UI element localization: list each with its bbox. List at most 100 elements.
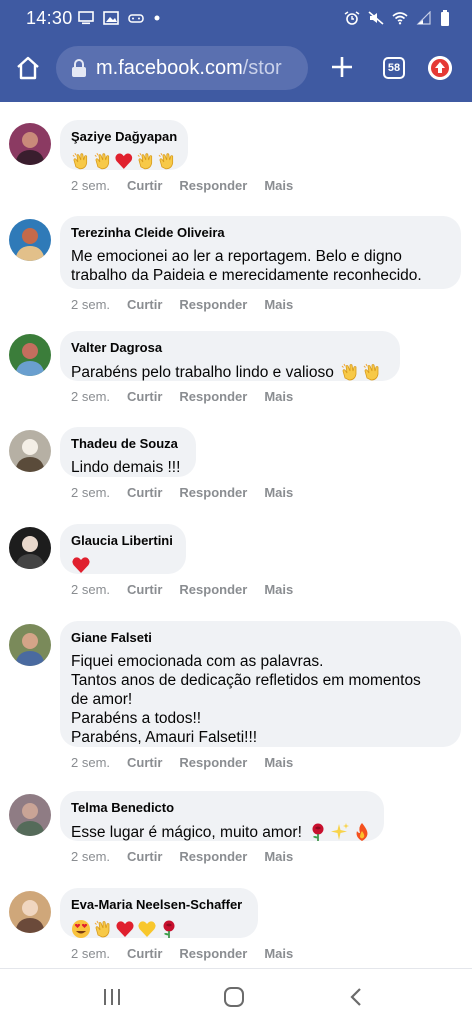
clap-emoji-icon xyxy=(363,363,379,381)
new-tab-button[interactable] xyxy=(328,53,356,81)
recent-apps-icon[interactable] xyxy=(101,986,123,1008)
comment-text: Parabéns pelo trabalho lindo e valioso xyxy=(71,362,389,382)
comment-author-link[interactable]: Valter Dagrosa xyxy=(71,339,389,356)
more-button[interactable]: Mais xyxy=(264,849,293,864)
more-button[interactable]: Mais xyxy=(264,755,293,770)
avatar[interactable] xyxy=(9,794,51,836)
like-button[interactable]: Curtir xyxy=(127,178,162,193)
clap-emoji-icon xyxy=(94,152,109,170)
comment-text-content: Esse lugar é mágico, muito amor! xyxy=(71,823,302,841)
reply-button[interactable]: Responder xyxy=(179,178,247,193)
reply-button[interactable]: Responder xyxy=(179,582,247,597)
comment-actions: 2 sem. Curtir Responder Mais xyxy=(71,297,310,312)
avatar[interactable] xyxy=(9,430,51,472)
comment-text-content: Parabéns pelo trabalho lindo e valioso xyxy=(71,363,334,381)
like-button[interactable]: Curtir xyxy=(127,485,162,500)
like-button[interactable]: Curtir xyxy=(127,389,162,404)
more-button[interactable]: Mais xyxy=(264,389,293,404)
comment-text: Me emocionei ao ler a reportagem. Belo e… xyxy=(71,248,422,284)
comment-text: Esse lugar é mágico, muito amor! xyxy=(71,822,373,842)
comment-emojis xyxy=(71,918,247,940)
rose-emoji-icon xyxy=(163,920,175,938)
comment-text: Lindo demais !!! xyxy=(71,459,181,476)
signal-icon xyxy=(416,11,431,25)
alarm-icon xyxy=(344,11,360,25)
upload-icon[interactable] xyxy=(428,56,452,80)
comment-author-link[interactable]: Eva-Maria Neelsen-Schaffer xyxy=(71,896,247,913)
monitor-icon xyxy=(78,11,94,25)
like-button[interactable]: Curtir xyxy=(127,849,162,864)
avatar[interactable] xyxy=(9,527,51,569)
back-icon[interactable] xyxy=(346,986,368,1008)
wifi-icon xyxy=(392,12,408,25)
comment-bubble: Terezinha Cleide Oliveira Me emocionei ao… xyxy=(60,216,461,289)
comment-emojis xyxy=(71,150,177,172)
comment-emojis xyxy=(340,362,382,382)
comment-author-link[interactable]: Glaucia Libertini xyxy=(71,532,175,549)
like-button[interactable]: Curtir xyxy=(127,582,162,597)
comment-timestamp: 2 sem. xyxy=(71,178,111,193)
comment-text: Fiquei emocionada com as palavras. Tanto… xyxy=(71,653,421,746)
dot-icon xyxy=(154,15,160,21)
comment-author-link[interactable]: Giane Falseti xyxy=(71,629,450,646)
reply-button[interactable]: Responder xyxy=(179,389,247,404)
like-button[interactable]: Curtir xyxy=(127,755,162,770)
comment-emojis xyxy=(71,554,175,576)
more-button[interactable]: Mais xyxy=(264,485,293,500)
reply-button[interactable]: Responder xyxy=(179,297,247,312)
comment-actions: 2 sem. Curtir Responder Mais xyxy=(71,849,310,864)
fire-emoji-icon xyxy=(356,823,368,841)
navigation-bar xyxy=(0,968,472,1024)
comment-actions: 2 sem. Curtir Responder Mais xyxy=(71,178,310,193)
avatar[interactable] xyxy=(9,624,51,666)
comment-bubble: Şaziye Dağyapan xyxy=(60,120,188,170)
comment-bubble: Telma Benedicto Esse lugar é mágico, muit… xyxy=(60,791,384,841)
comment-author-link[interactable]: Terezinha Cleide Oliveira xyxy=(71,224,450,241)
reply-button[interactable]: Responder xyxy=(179,755,247,770)
url-text: m.facebook.com/stor xyxy=(96,57,282,79)
comment-actions: 2 sem. Curtir Responder Mais xyxy=(71,946,310,961)
more-button[interactable]: Mais xyxy=(264,582,293,597)
comment-actions: 2 sem. Curtir Responder Mais xyxy=(71,389,310,404)
heart-emoji-icon xyxy=(115,153,133,169)
more-button[interactable]: Mais xyxy=(264,297,293,312)
image-icon xyxy=(103,11,119,25)
reply-button[interactable]: Responder xyxy=(179,485,247,500)
comment-bubble: Thadeu de Souza Lindo demais !!! xyxy=(60,427,196,477)
sparkles-emoji-icon xyxy=(330,823,349,840)
clap-emoji-icon xyxy=(158,152,174,170)
home-icon[interactable] xyxy=(223,986,245,1008)
tab-count-button[interactable]: 58 xyxy=(383,57,405,79)
mute-icon xyxy=(368,11,384,25)
heart-emoji-icon xyxy=(72,557,90,573)
like-button[interactable]: Curtir xyxy=(127,946,162,961)
avatar[interactable] xyxy=(9,123,51,165)
comment-author-link[interactable]: Telma Benedicto xyxy=(71,799,373,816)
avatar[interactable] xyxy=(9,891,51,933)
comment-timestamp: 2 sem. xyxy=(71,755,111,770)
home-button[interactable] xyxy=(14,54,42,82)
address-bar[interactable]: m.facebook.com/stor xyxy=(56,46,308,90)
comment-timestamp: 2 sem. xyxy=(71,297,111,312)
yellow-heart-emoji-icon xyxy=(138,921,156,937)
comment-timestamp: 2 sem. xyxy=(71,849,111,864)
avatar[interactable] xyxy=(9,219,51,261)
heart-eyes-emoji-icon xyxy=(72,920,90,938)
comment-bubble: Glaucia Libertini xyxy=(60,524,186,574)
comment-timestamp: 2 sem. xyxy=(71,389,111,404)
comment-bubble: Eva-Maria Neelsen-Schaffer xyxy=(60,888,258,938)
battery-icon xyxy=(441,10,449,26)
comment-bubble: Valter Dagrosa Parabéns pelo trabalho lin… xyxy=(60,331,400,381)
status-bar: 14:30 xyxy=(0,0,472,36)
reply-button[interactable]: Responder xyxy=(179,849,247,864)
game-icon xyxy=(128,14,144,23)
like-button[interactable]: Curtir xyxy=(127,297,162,312)
comment-bubble: Giane Falseti Fiquei emocionada com as pa… xyxy=(60,621,461,747)
top-bar: 14:30 m.facebook.com/stor 58 xyxy=(0,0,472,102)
more-button[interactable]: Mais xyxy=(264,178,293,193)
comment-author-link[interactable]: Thadeu de Souza xyxy=(71,435,185,452)
comment-author-link[interactable]: Şaziye Dağyapan xyxy=(71,128,177,145)
more-button[interactable]: Mais xyxy=(264,946,293,961)
reply-button[interactable]: Responder xyxy=(179,946,247,961)
avatar[interactable] xyxy=(9,334,51,376)
